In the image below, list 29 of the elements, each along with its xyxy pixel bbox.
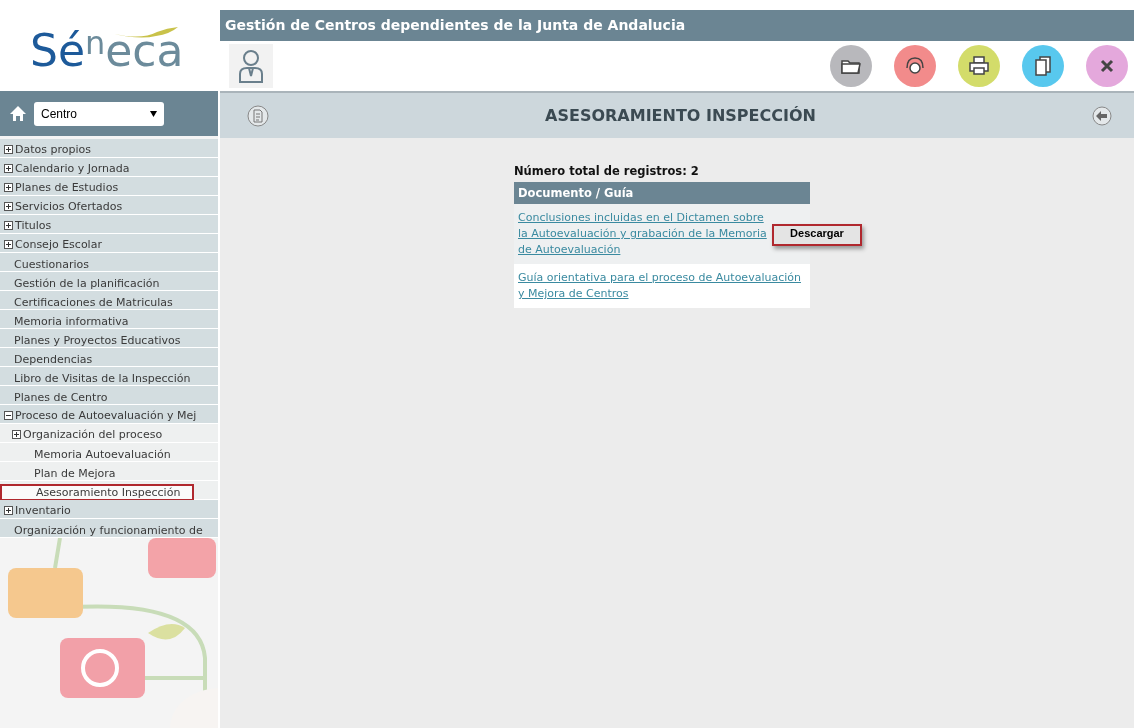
expand-icon: [4, 183, 13, 192]
section-dropdown[interactable]: Centro: [34, 101, 164, 126]
dropdown-caret-icon: [150, 110, 157, 117]
collapse-icon: [4, 411, 13, 420]
column-header: Documento / Guía: [514, 182, 810, 204]
copy-button[interactable]: [1022, 45, 1064, 87]
document-link[interactable]: Conclusiones incluidas en el Dictamen sobre la Autoevaluación y grabación de la Memoria de Autoevaluación: [518, 210, 770, 258]
home-icon[interactable]: [10, 106, 26, 121]
headset-button[interactable]: [894, 45, 936, 87]
document-link[interactable]: Guía orientativa para el proceso de Autoevaluación y Mejora de Centros: [518, 270, 806, 302]
expand-icon: [4, 164, 13, 173]
expand-icon: [4, 506, 13, 515]
expand-icon: [12, 430, 21, 439]
user-icon[interactable]: [229, 44, 273, 88]
export-icon[interactable]: [247, 104, 269, 127]
headset-icon: [904, 55, 926, 77]
printer-icon: [968, 55, 990, 77]
record-count: Número total de registros: 2: [514, 164, 700, 178]
folder-button[interactable]: [830, 45, 872, 87]
expand-icon: [4, 145, 13, 154]
page-title: ASESORAMIENTO INSPECCIÓN: [544, 106, 817, 125]
print-button[interactable]: [958, 45, 1000, 87]
expand-icon: [4, 221, 13, 230]
app-title-bar: Gestión de Centros dependientes de la Junta de Andalucia: [220, 10, 1134, 41]
download-menu[interactable]: Descargar: [772, 224, 862, 246]
expand-icon: [4, 240, 13, 249]
copy-icon: [1032, 55, 1054, 77]
expand-icon: [4, 202, 13, 211]
close-button[interactable]: [1086, 45, 1128, 87]
